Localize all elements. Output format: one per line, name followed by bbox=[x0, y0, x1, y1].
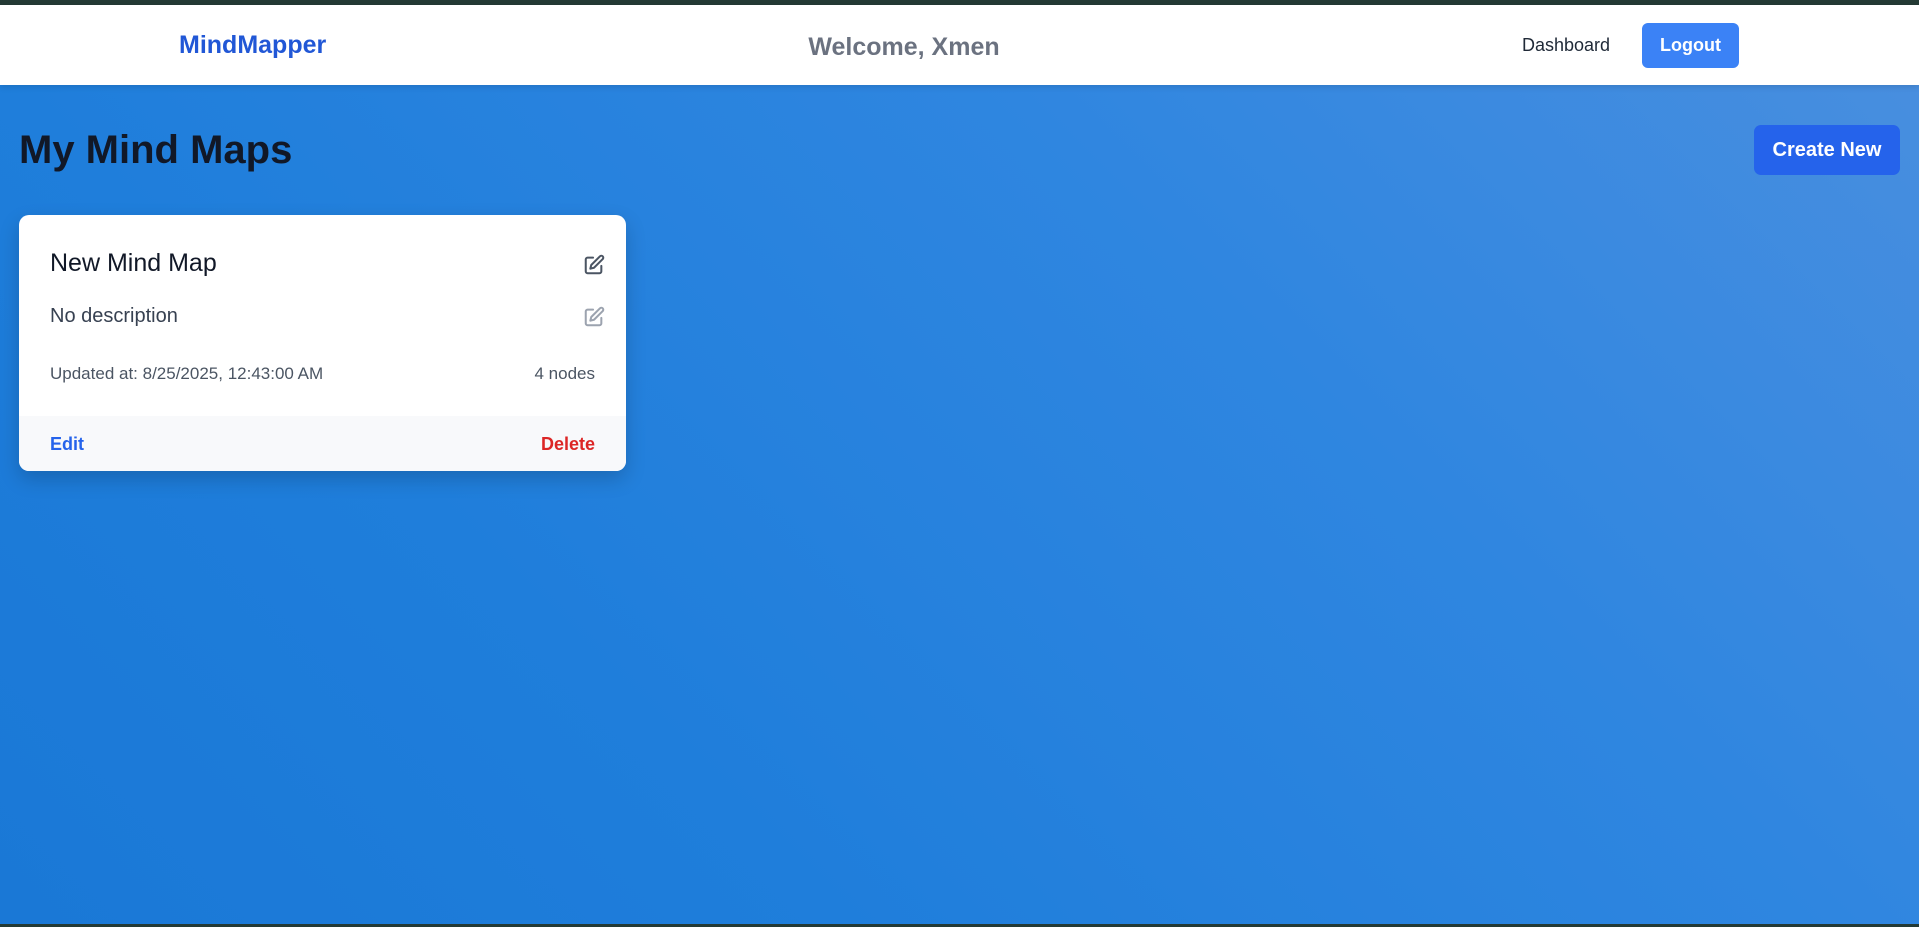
edit-title-icon[interactable] bbox=[583, 254, 605, 276]
card-description: No description bbox=[50, 305, 178, 327]
updated-timestamp: Updated at: 8/25/2025, 12:43:00 AM bbox=[50, 364, 324, 383]
create-new-button[interactable]: Create New bbox=[1754, 125, 1900, 175]
card-footer: Edit Delete bbox=[19, 416, 626, 471]
mind-map-card[interactable]: New Mind Map No description Updated at: … bbox=[19, 215, 626, 471]
edit-description-icon[interactable] bbox=[583, 306, 605, 328]
logout-button[interactable]: Logout bbox=[1642, 23, 1739, 68]
page-title: My Mind Maps bbox=[19, 128, 293, 172]
node-count: 4 nodes bbox=[534, 364, 596, 383]
navbar: MindMapper Welcome, Xmen Dashboard Logou… bbox=[0, 5, 1919, 85]
dashboard-link[interactable]: Dashboard bbox=[1522, 35, 1610, 56]
edit-button[interactable]: Edit bbox=[50, 434, 84, 455]
card-title: New Mind Map bbox=[50, 249, 217, 277]
delete-button[interactable]: Delete bbox=[541, 434, 595, 455]
